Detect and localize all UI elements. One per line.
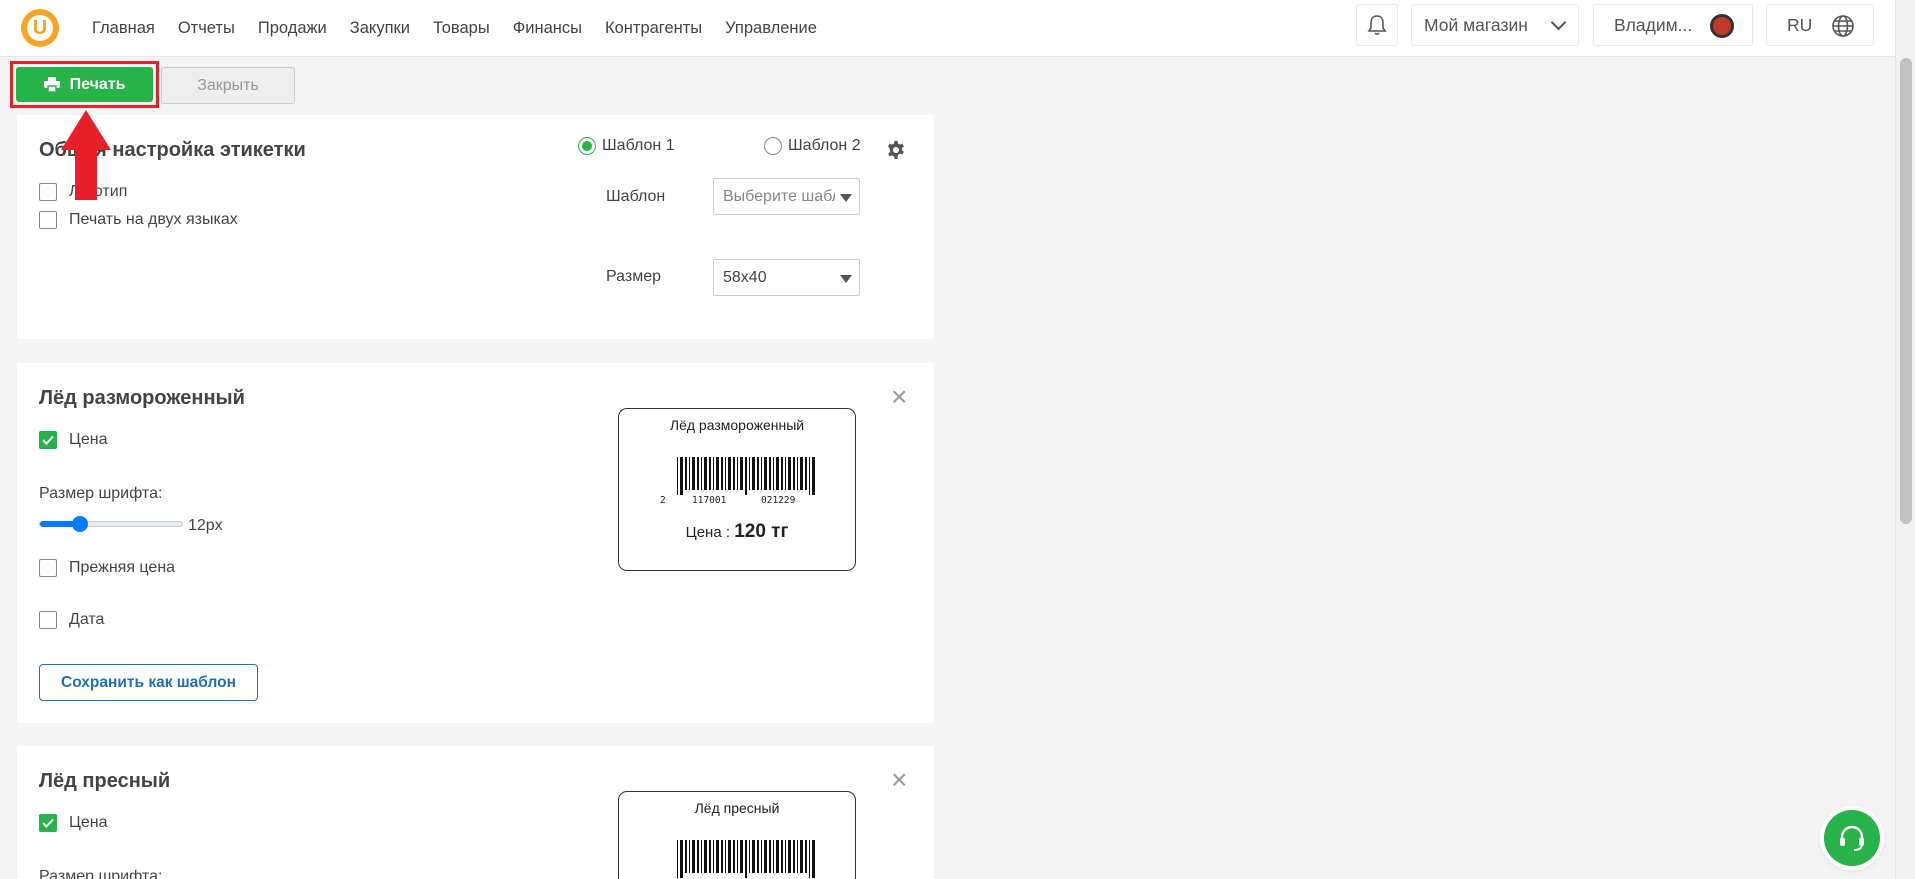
printer-icon	[43, 77, 60, 92]
print-button-label: Печать	[69, 75, 126, 93]
scrollbar-thumb[interactable]	[1900, 58, 1912, 524]
two-languages-checkbox-box[interactable]	[39, 211, 57, 229]
size-select-value: 58x40	[723, 268, 767, 286]
close-icon[interactable]: ×	[891, 383, 907, 411]
price-checkbox-box[interactable]	[39, 431, 57, 449]
label-price: Цена : 120 тг	[619, 521, 855, 543]
font-size-label: Размер шрифта:	[39, 485, 163, 502]
label-price-value: 120 тг	[734, 521, 789, 542]
dropdown-arrow-icon	[840, 194, 852, 202]
date-checkbox[interactable]: Дата	[39, 611, 104, 629]
price-checkbox-box[interactable]	[39, 814, 57, 832]
gear-icon[interactable]	[886, 140, 906, 160]
product-title: Лёд размороженный	[39, 387, 245, 409]
price-checkbox[interactable]: Цена	[39, 431, 107, 449]
old-price-label: Прежняя цена	[69, 559, 176, 576]
size-label: Размер	[606, 268, 661, 285]
template-2-radio-dot[interactable]	[764, 137, 782, 155]
date-checkbox-box[interactable]	[39, 611, 57, 629]
chevron-down-icon	[1550, 14, 1567, 31]
print-button[interactable]: Печать	[16, 67, 153, 102]
language-code: RU	[1787, 14, 1813, 35]
logo[interactable]: U	[21, 9, 59, 47]
product-title: Лёд пресный	[39, 770, 171, 792]
template-select-placeholder: Выберите шаблон	[723, 187, 835, 205]
nav-item-purchases[interactable]: Закупки	[350, 19, 410, 38]
template-1-label: Шаблон 1	[602, 137, 675, 154]
price-label: Цена	[69, 814, 108, 831]
red-arrow-annotation	[61, 110, 111, 200]
logo-text: U	[27, 15, 53, 41]
template-2-radio[interactable]: Шаблон 2	[764, 137, 861, 155]
nav-item-products[interactable]: Товары	[433, 19, 490, 38]
checkmark-icon	[42, 435, 54, 445]
template-1-radio[interactable]: Шаблон 1	[578, 137, 675, 155]
avatar	[1710, 14, 1734, 38]
product-card: Лёд размороженный × Цена Размер шрифта: …	[17, 363, 934, 723]
price-checkbox[interactable]: Цена	[39, 814, 107, 832]
dropdown-arrow-icon	[840, 275, 852, 283]
label-preview: Лёд размороженный 2 117001 021229 Цена :…	[618, 408, 856, 571]
product-card: Лёд пресный × Цена Размер шрифта: Лёд пр…	[17, 746, 934, 879]
two-languages-checkbox[interactable]: Печать на двух языках	[39, 211, 238, 229]
support-chat-button[interactable]	[1824, 810, 1880, 866]
nav-item-sales[interactable]: Продажи	[258, 19, 327, 38]
font-size-label: Размер шрифта:	[39, 868, 163, 879]
main-nav: Главная Отчеты Продажи Закупки Товары Фи…	[92, 0, 840, 57]
label-price-prefix: Цена :	[685, 524, 731, 541]
template-label: Шаблон	[606, 188, 666, 205]
language-selector[interactable]: RU	[1766, 4, 1874, 46]
store-selector[interactable]: Мой магазин	[1411, 4, 1579, 46]
old-price-checkbox-box[interactable]	[39, 559, 57, 577]
general-settings-card: Общая настройка этикетки Логотип Печать …	[17, 115, 934, 339]
label-product-name: Лёд размороженный	[669, 417, 805, 433]
top-navbar: U Главная Отчеты Продажи Закупки Товары …	[0, 0, 1895, 57]
font-size-slider-knob[interactable]	[72, 516, 88, 532]
checkmark-icon	[42, 818, 54, 828]
page-scrollbar[interactable]	[1895, 0, 1915, 879]
date-label: Дата	[69, 611, 105, 628]
nav-item-home[interactable]: Главная	[92, 19, 155, 38]
barcode	[677, 457, 815, 495]
bell-icon	[1367, 15, 1387, 36]
two-languages-label: Печать на двух языках	[69, 211, 238, 228]
template-select[interactable]: Выберите шаблон	[713, 178, 860, 215]
font-size-slider[interactable]	[39, 516, 183, 532]
nav-item-reports[interactable]: Отчеты	[178, 19, 235, 38]
headset-icon	[1840, 825, 1864, 851]
save-as-template-button[interactable]: Сохранить как шаблон	[39, 664, 258, 701]
nav-item-finance[interactable]: Финансы	[513, 19, 582, 38]
barcode-digits-right: 021229	[761, 495, 796, 506]
price-label: Цена	[69, 431, 108, 448]
user-name: Владим...	[1614, 14, 1693, 35]
notifications-button[interactable]	[1356, 4, 1398, 46]
size-select[interactable]: 58x40	[713, 259, 860, 296]
globe-icon	[1832, 15, 1854, 37]
label-preview: Лёд пресный	[618, 791, 856, 879]
logo-checkbox-box[interactable]	[39, 183, 57, 201]
old-price-checkbox[interactable]: Прежняя цена	[39, 559, 175, 577]
label-product-name: Лёд пресный	[694, 800, 780, 816]
barcode-digits-left: 117001	[692, 495, 727, 506]
template-1-radio-dot[interactable]	[578, 137, 596, 155]
close-icon[interactable]: ×	[891, 766, 907, 794]
font-size-value: 12px	[188, 517, 223, 534]
template-2-label: Шаблон 2	[788, 137, 861, 154]
user-menu[interactable]: Владим...	[1593, 4, 1753, 46]
nav-item-contractors[interactable]: Контрагенты	[605, 19, 702, 38]
close-button[interactable]: Закрыть	[161, 67, 295, 104]
barcode-digit-first: 2	[660, 495, 666, 506]
nav-item-management[interactable]: Управление	[725, 19, 817, 38]
store-name: Мой магазин	[1424, 14, 1528, 35]
barcode	[677, 840, 815, 878]
